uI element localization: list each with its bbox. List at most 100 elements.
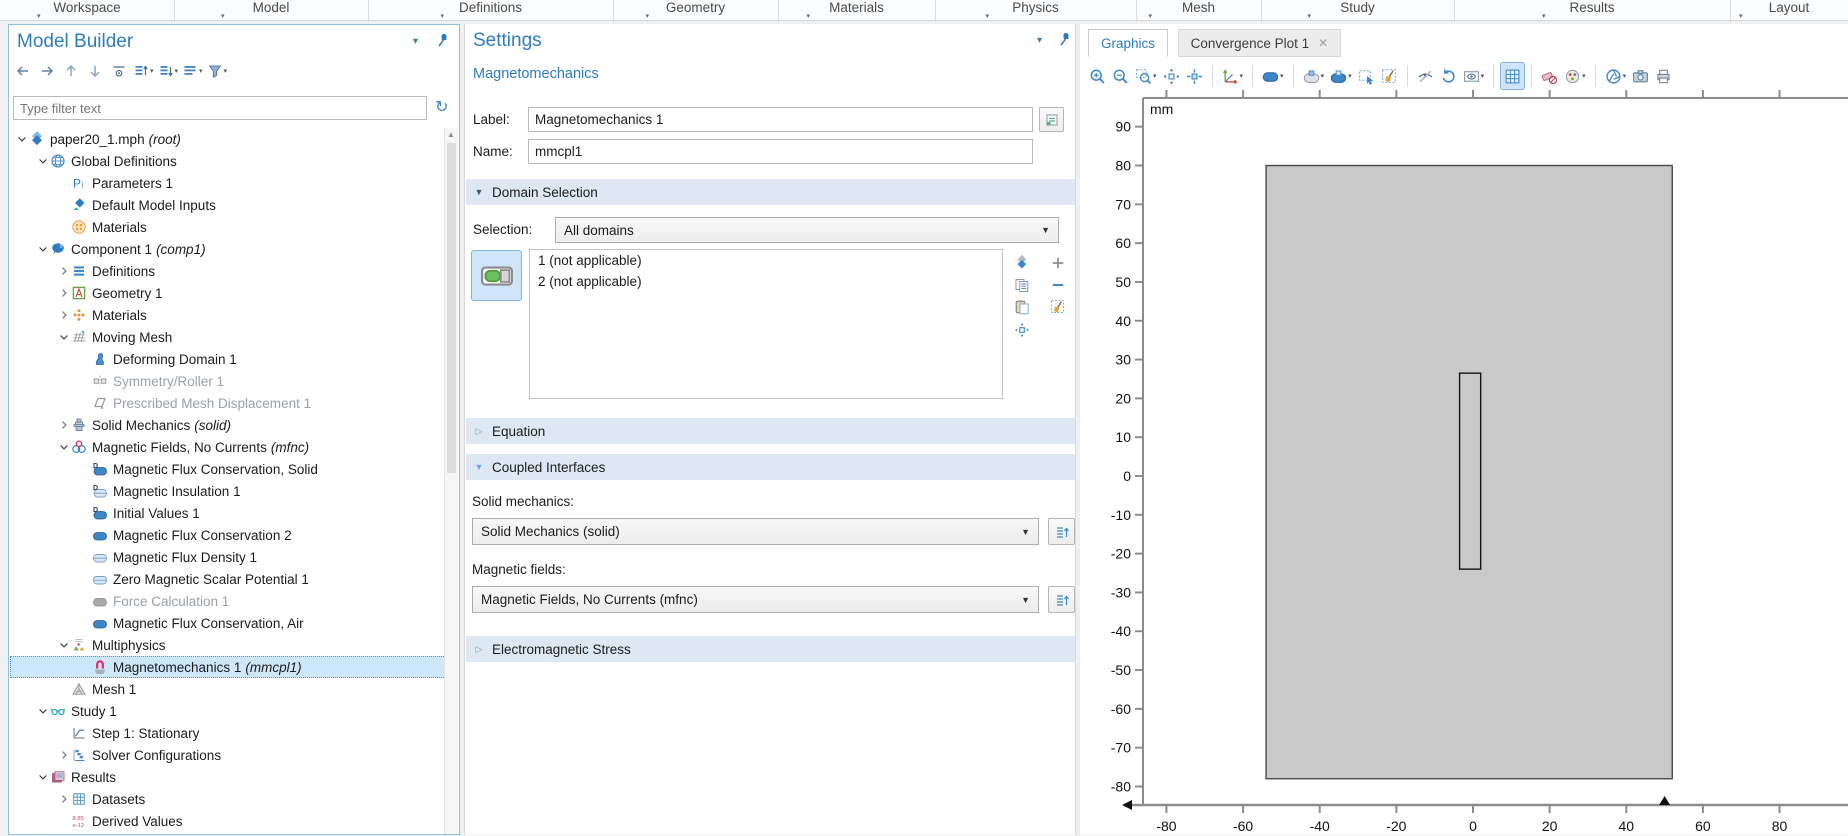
clear-selection-button[interactable] bbox=[1378, 63, 1401, 89]
select-boundaries-button[interactable]: ▾ bbox=[1300, 63, 1328, 89]
expand-all-button[interactable]: ▾ bbox=[158, 60, 179, 82]
tree-item-step-1-stationary[interactable]: Step 1: Stationary bbox=[10, 722, 446, 744]
collapse-all-button[interactable]: ▾ bbox=[133, 60, 154, 82]
image-snapshot-button[interactable] bbox=[1629, 63, 1652, 89]
tree-item-derived-values[interactable]: 8.85e-12Derived Values bbox=[10, 810, 446, 832]
tree-item-force-calculation-1[interactable]: Force Calculation 1 bbox=[10, 590, 446, 612]
tree-item-parameters-1[interactable]: PiParameters 1 bbox=[10, 172, 446, 194]
default-view-button[interactable] bbox=[1183, 63, 1206, 89]
clear-selection-button[interactable] bbox=[1047, 297, 1069, 317]
collapse-node-icon[interactable] bbox=[56, 331, 71, 343]
collapse-node-icon[interactable] bbox=[56, 441, 71, 453]
tree-item-magnetic-fields-no-currents[interactable]: Magnetic Fields, No Currents(mfnc) bbox=[10, 436, 446, 458]
pin-icon[interactable] bbox=[1057, 31, 1071, 52]
tree-item-study-1[interactable]: Study 1 bbox=[10, 700, 446, 722]
select-objects-button[interactable]: ▾ bbox=[1327, 63, 1355, 89]
section-equation[interactable]: ▷ Equation bbox=[466, 418, 1075, 444]
copy-list-button[interactable] bbox=[1011, 275, 1033, 295]
tree-item-multiphysics[interactable]: Multiphysics bbox=[10, 634, 446, 656]
collapse-node-icon[interactable] bbox=[35, 155, 50, 167]
show-options-button[interactable] bbox=[109, 60, 129, 82]
solid-mechanics-dropdown[interactable]: Solid Mechanics (solid) ▼ bbox=[472, 518, 1039, 545]
menu-tab-physics[interactable]: Physics▾ bbox=[935, 0, 1137, 20]
create-selection-button[interactable] bbox=[1011, 253, 1033, 273]
tree-item-magnetic-flux-conservation-2[interactable]: Magnetic Flux Conservation 2 bbox=[10, 524, 446, 546]
active-selection-toggle-button[interactable] bbox=[471, 250, 522, 301]
collapse-node-icon[interactable] bbox=[35, 243, 50, 255]
add-button[interactable] bbox=[1047, 253, 1069, 273]
tree-item-solid-mechanics[interactable]: Solid Mechanics(solid) bbox=[10, 414, 446, 436]
expand-node-icon[interactable] bbox=[56, 265, 71, 277]
collapse-node-icon[interactable] bbox=[14, 133, 29, 145]
menu-tab-definitions[interactable]: Definitions▾ bbox=[368, 0, 614, 20]
tab-convergence-plot-1[interactable]: Convergence Plot 1✕ bbox=[1178, 29, 1342, 57]
collapse-node-icon[interactable] bbox=[35, 771, 50, 783]
menu-tab-mesh[interactable]: Mesh▾ bbox=[1136, 0, 1262, 20]
pin-icon[interactable] bbox=[435, 32, 449, 53]
menu-tab-workspace[interactable]: Workspace▾ bbox=[0, 0, 175, 20]
move-down-button[interactable] bbox=[85, 60, 105, 82]
tree-item-symmetry-roller-1[interactable]: Symmetry/Roller 1 bbox=[10, 370, 446, 392]
tree-item-global-definitions[interactable]: Global Definitions bbox=[10, 150, 446, 172]
menu-tab-results[interactable]: Results▾ bbox=[1454, 0, 1731, 20]
paste-button[interactable] bbox=[1011, 297, 1033, 317]
tree-item-initial-values-1[interactable]: DInitial Values 1 bbox=[10, 502, 446, 524]
expand-node-icon[interactable] bbox=[56, 793, 71, 805]
move-up-button[interactable] bbox=[61, 60, 81, 82]
tree-item-results[interactable]: Results bbox=[10, 766, 446, 788]
go-to-magnetic-fields-button[interactable] bbox=[1048, 586, 1075, 613]
tree-item-mesh-1[interactable]: Mesh 1 bbox=[10, 678, 446, 700]
menu-tab-model[interactable]: Model▾ bbox=[174, 0, 369, 20]
scrollbar-up-icon[interactable]: ▲ bbox=[447, 130, 455, 139]
nav-forward-button[interactable] bbox=[37, 60, 57, 82]
tree-item-magnetic-insulation-1[interactable]: DMagnetic Insulation 1 bbox=[10, 480, 446, 502]
print-button[interactable] bbox=[1652, 63, 1675, 89]
tree-item-paper20-1-mph[interactable]: paper20_1.mph(root) bbox=[10, 128, 446, 150]
zoom-box-button[interactable]: ▾ bbox=[1132, 63, 1160, 89]
scrollbar-thumb[interactable] bbox=[447, 143, 456, 473]
expand-node-icon[interactable] bbox=[56, 419, 71, 431]
tree-item-materials[interactable]: Materials bbox=[10, 216, 446, 238]
section-domain-selection[interactable]: ▼ Domain Selection bbox=[466, 179, 1075, 205]
menu-tab-geometry[interactable]: Geometry▾ bbox=[613, 0, 779, 20]
menu-tab-study[interactable]: Study▾ bbox=[1261, 0, 1455, 20]
name-field[interactable] bbox=[528, 139, 1033, 164]
expand-node-icon[interactable] bbox=[56, 749, 71, 761]
hide-objects-button[interactable] bbox=[1414, 63, 1437, 89]
tree-item-default-model-inputs[interactable]: Default Model Inputs bbox=[10, 194, 446, 216]
go-to-solid-mechanics-button[interactable] bbox=[1048, 518, 1075, 545]
domain-selection-list[interactable]: 1 (not applicable)2 (not applicable) bbox=[529, 249, 1003, 399]
zoom-extents-button[interactable] bbox=[1160, 63, 1183, 89]
collapse-node-icon[interactable] bbox=[56, 639, 71, 651]
reset-hiding-button[interactable] bbox=[1437, 63, 1460, 89]
tree-item-component-1[interactable]: aComponent 1(comp1) bbox=[10, 238, 446, 260]
section-electromagnetic-stress[interactable]: ▷ Electromagnetic Stress bbox=[466, 636, 1075, 662]
tree-filter-input[interactable] bbox=[13, 96, 427, 120]
rename-button[interactable] bbox=[1039, 107, 1064, 132]
zoom-in-button[interactable] bbox=[1086, 63, 1109, 89]
view-hidden-button[interactable]: ▾ bbox=[1460, 63, 1488, 89]
close-tab-icon[interactable]: ✕ bbox=[1318, 36, 1328, 50]
domain-list-item[interactable]: 1 (not applicable) bbox=[530, 250, 1002, 271]
scene-color-button[interactable]: ▾ bbox=[1561, 63, 1589, 89]
label-field[interactable] bbox=[528, 107, 1033, 132]
plot-area[interactable]: -80-60-40-200204060809080706050403020100… bbox=[1080, 88, 1848, 835]
refresh-icon[interactable]: ↻ bbox=[435, 97, 448, 117]
collapse-node-icon[interactable] bbox=[35, 705, 50, 717]
tree-item-solver-configurations[interactable]: Solver Configurations bbox=[10, 744, 446, 766]
view-orientation-button[interactable]: ▾ bbox=[1219, 63, 1247, 89]
settings-menu-caret-icon[interactable]: ▾ bbox=[1037, 35, 1042, 46]
remove-button[interactable] bbox=[1047, 275, 1069, 295]
tree-item-zero-magnetic-scalar-potential-1[interactable]: Zero Magnetic Scalar Potential 1 bbox=[10, 568, 446, 590]
tree-item-magnetic-flux-conservation-air[interactable]: Magnetic Flux Conservation, Air bbox=[10, 612, 446, 634]
environment-button[interactable]: ▾ bbox=[1602, 63, 1630, 89]
domain-list-item[interactable]: 2 (not applicable) bbox=[530, 271, 1002, 292]
geometry-rectangle-inner-plunger-domain[interactable] bbox=[1460, 373, 1481, 569]
nav-back-button[interactable] bbox=[13, 60, 33, 82]
tree-item-materials[interactable]: Materials bbox=[10, 304, 446, 326]
tree-item-magnetic-flux-conservation-solid[interactable]: DMagnetic Flux Conservation, Solid bbox=[10, 458, 446, 480]
tree-item-prescribed-mesh-displacement-1[interactable]: Prescribed Mesh Displacement 1 bbox=[10, 392, 446, 414]
tree-item-magnetic-flux-density-1[interactable]: Magnetic Flux Density 1 bbox=[10, 546, 446, 568]
expand-node-icon[interactable] bbox=[56, 287, 71, 299]
selection-dropdown[interactable]: All domains ▼ bbox=[555, 217, 1059, 243]
